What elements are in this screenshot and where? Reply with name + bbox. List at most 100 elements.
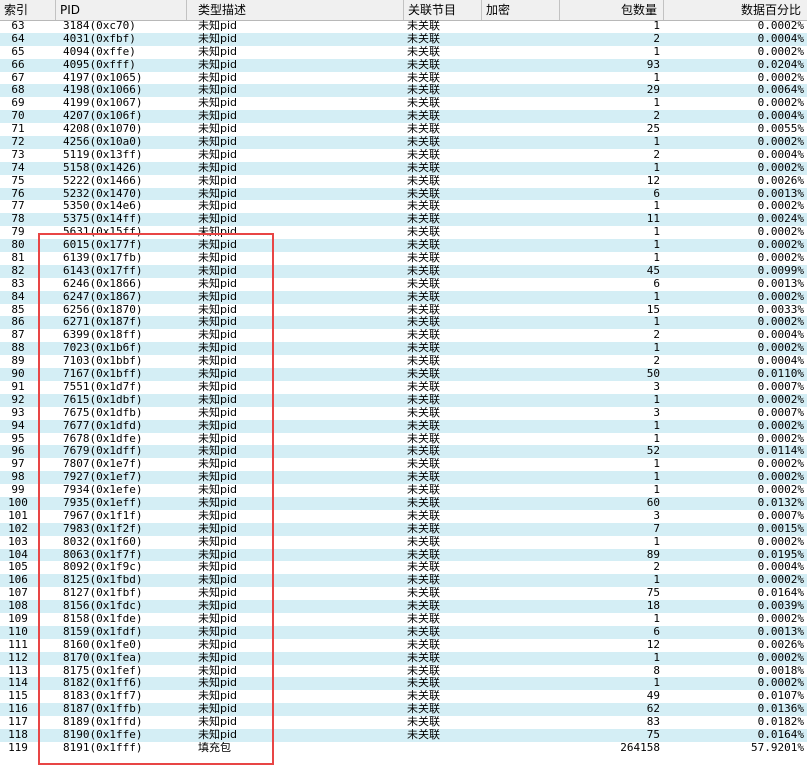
table-row[interactable]: 77 5350(0x14e6) 未知pid 未关联 1 0.0002% <box>0 200 807 213</box>
table-row[interactable]: 110 8159(0x1fdf) 未知pid 未关联 6 0.0013% <box>0 625 807 639</box>
table-row[interactable]: 76 5232(0x1470) 未知pid 未关联 6 0.0013% <box>0 187 807 201</box>
table-row[interactable]: 70 4207(0x106f) 未知pid 未关联 2 0.0004% <box>0 110 807 124</box>
table-row[interactable]: 104 8063(0x1f7f) 未知pid 未关联 89 0.0195% <box>0 548 807 562</box>
table-row[interactable]: 82 6143(0x17ff) 未知pid 未关联 45 0.0099% <box>0 264 807 278</box>
table-row[interactable]: 118 8190(0x1ffe) 未知pid 未关联 75 0.0164% <box>0 728 807 742</box>
row-pid: 7551(0x1d7f) <box>63 380 143 393</box>
row-desc: 未知pid <box>198 600 238 613</box>
table-row[interactable]: 65 4094(0xffe) 未知pid 未关联 1 0.0002% <box>0 46 807 59</box>
table-row[interactable]: 101 7967(0x1f1f) 未知pid 未关联 3 0.0007% <box>0 510 807 523</box>
row-count: 1 <box>653 535 660 548</box>
column-header-count[interactable]: 包数量 <box>560 0 664 20</box>
table-row[interactable]: 113 8175(0x1fef) 未知pid 未关联 8 0.0018% <box>0 665 807 678</box>
table-row[interactable]: 108 8156(0x1fdc) 未知pid 未关联 18 0.0039% <box>0 600 807 613</box>
table-row[interactable]: 106 8125(0x1fbd) 未知pid 未关联 1 0.0002% <box>0 574 807 588</box>
table-row[interactable]: 98 7927(0x1ef7) 未知pid 未关联 1 0.0002% <box>0 471 807 485</box>
table-row[interactable]: 115 8183(0x1ff7) 未知pid 未关联 49 0.0107% <box>0 690 807 703</box>
row-percent: 0.0026% <box>757 638 804 651</box>
table-row[interactable]: 73 5119(0x13ff) 未知pid 未关联 2 0.0004% <box>0 149 807 162</box>
row-index: 105 <box>8 561 28 574</box>
table-row[interactable]: 72 4256(0x10a0) 未知pid 未关联 1 0.0002% <box>0 136 807 149</box>
row-percent: 0.0055% <box>757 123 804 136</box>
table-row[interactable]: 95 7678(0x1dfe) 未知pid 未关联 1 0.0002% <box>0 433 807 446</box>
row-desc: 未知pid <box>198 174 238 187</box>
row-index: 114 <box>8 677 28 690</box>
table-row[interactable]: 67 4197(0x1065) 未知pid 未关联 1 0.0002% <box>0 72 807 85</box>
table-row[interactable]: 111 8160(0x1fe0) 未知pid 未关联 12 0.0026% <box>0 639 807 652</box>
table-row[interactable]: 85 6256(0x1870) 未知pid 未关联 15 0.0033% <box>0 304 807 317</box>
table-row[interactable]: 63 3184(0xc70) 未知pid 未关联 1 0.0002% <box>0 20 807 33</box>
table-row[interactable]: 102 7983(0x1f2f) 未知pid 未关联 7 0.0015% <box>0 522 807 536</box>
table-row[interactable]: 97 7807(0x1e7f) 未知pid 未关联 1 0.0002% <box>0 458 807 471</box>
row-percent: 0.0002% <box>757 471 804 484</box>
row-pid: 8156(0x1fdc) <box>63 600 143 613</box>
table-row[interactable]: 69 4199(0x1067) 未知pid 未关联 1 0.0002% <box>0 97 807 110</box>
row-pid: 4031(0xfbf) <box>63 32 136 45</box>
table-row[interactable]: 79 5631(0x15ff) 未知pid 未关联 1 0.0002% <box>0 226 807 239</box>
table-row[interactable]: 96 7679(0x1dff) 未知pid 未关联 52 0.0114% <box>0 445 807 459</box>
row-percent: 0.0099% <box>757 264 804 277</box>
table-row[interactable]: 107 8127(0x1fbf) 未知pid 未关联 75 0.0164% <box>0 587 807 600</box>
row-count: 1 <box>653 20 660 32</box>
row-percent: 0.0164% <box>757 728 804 741</box>
column-header-program[interactable]: 关联节目 <box>404 0 482 20</box>
table-row[interactable]: 117 8189(0x1ffd) 未知pid 未关联 83 0.0182% <box>0 716 807 729</box>
table-row[interactable]: 119 8191(0x1fff) 填充包 264158 57.9201% <box>0 742 807 755</box>
table-row[interactable]: 114 8182(0x1ff6) 未知pid 未关联 1 0.0002% <box>0 677 807 691</box>
table-row[interactable]: 91 7551(0x1d7f) 未知pid 未关联 3 0.0007% <box>0 381 807 394</box>
table-row[interactable]: 81 6139(0x17fb) 未知pid 未关联 1 0.0002% <box>0 252 807 265</box>
table-row[interactable]: 103 8032(0x1f60) 未知pid 未关联 1 0.0002% <box>0 536 807 549</box>
table-row[interactable]: 93 7675(0x1dfb) 未知pid 未关联 3 0.0007% <box>0 407 807 420</box>
row-index: 80 <box>11 239 25 252</box>
table-row[interactable]: 90 7167(0x1bff) 未知pid 未关联 50 0.0110% <box>0 368 807 381</box>
column-header-index[interactable]: 索引 <box>0 0 56 20</box>
table-row[interactable]: 71 4208(0x1070) 未知pid 未关联 25 0.0055% <box>0 123 807 136</box>
row-desc: 未知pid <box>198 226 238 239</box>
column-header-percent[interactable]: 数据百分比 <box>664 0 807 20</box>
row-index: 85 <box>11 303 25 316</box>
table-row[interactable]: 109 8158(0x1fde) 未知pid 未关联 1 0.0002% <box>0 613 807 626</box>
row-index: 104 <box>8 548 28 561</box>
row-program: 未关联 <box>407 110 440 123</box>
table-row[interactable]: 64 4031(0xfbf) 未知pid 未关联 2 0.0004% <box>0 32 807 46</box>
row-percent: 0.0002% <box>757 458 804 471</box>
table-row[interactable]: 112 8170(0x1fea) 未知pid 未关联 1 0.0002% <box>0 651 807 665</box>
table-row[interactable]: 116 8187(0x1ffb) 未知pid 未关联 62 0.0136% <box>0 703 807 717</box>
table-row[interactable]: 87 6399(0x18ff) 未知pid 未关联 2 0.0004% <box>0 329 807 342</box>
row-program: 未关联 <box>407 612 440 625</box>
row-percent: 57.9201% <box>751 741 804 754</box>
table-row[interactable]: 88 7023(0x1b6f) 未知pid 未关联 1 0.0002% <box>0 342 807 356</box>
row-pid: 8125(0x1fbd) <box>63 574 143 587</box>
table-row[interactable]: 94 7677(0x1dfd) 未知pid 未关联 1 0.0002% <box>0 419 807 433</box>
row-program: 未关联 <box>407 20 440 32</box>
table-row[interactable]: 86 6271(0x187f) 未知pid 未关联 1 0.0002% <box>0 316 807 330</box>
table-row[interactable]: 83 6246(0x1866) 未知pid 未关联 6 0.0013% <box>0 278 807 291</box>
row-count: 93 <box>646 58 660 71</box>
row-program: 未关联 <box>407 174 440 187</box>
table-row[interactable]: 92 7615(0x1dbf) 未知pid 未关联 1 0.0002% <box>0 393 807 407</box>
table-row[interactable]: 66 4095(0xfff) 未知pid 未关联 93 0.0204% <box>0 58 807 72</box>
row-desc: 未知pid <box>198 703 238 716</box>
column-header-desc[interactable]: 类型描述 <box>187 0 404 20</box>
row-count: 264158 <box>620 741 660 754</box>
column-header-pid[interactable]: PID <box>56 0 187 20</box>
table-row[interactable]: 99 7934(0x1efe) 未知pid 未关联 1 0.0002% <box>0 484 807 497</box>
row-percent: 0.0002% <box>757 484 804 497</box>
table-row[interactable]: 68 4198(0x1066) 未知pid 未关联 29 0.0064% <box>0 84 807 98</box>
table-row[interactable]: 84 6247(0x1867) 未知pid 未关联 1 0.0002% <box>0 290 807 304</box>
table-row[interactable]: 75 5222(0x1466) 未知pid 未关联 12 0.0026% <box>0 175 807 188</box>
row-index: 118 <box>8 728 28 741</box>
table-row[interactable]: 89 7103(0x1bbf) 未知pid 未关联 2 0.0004% <box>0 355 807 368</box>
table-row[interactable]: 74 5158(0x1426) 未知pid 未关联 1 0.0002% <box>0 161 807 175</box>
row-count: 2 <box>653 355 660 368</box>
column-header-encrypt[interactable]: 加密 <box>482 0 560 20</box>
row-program: 未关联 <box>407 600 440 613</box>
table-row[interactable]: 80 6015(0x177f) 未知pid 未关联 1 0.0002% <box>0 239 807 253</box>
row-percent: 0.0110% <box>757 368 804 381</box>
table-row[interactable]: 105 8092(0x1f9c) 未知pid 未关联 2 0.0004% <box>0 561 807 574</box>
table-row[interactable]: 100 7935(0x1eff) 未知pid 未关联 60 0.0132% <box>0 496 807 510</box>
table-row[interactable]: 78 5375(0x14ff) 未知pid 未关联 11 0.0024% <box>0 213 807 227</box>
row-program: 未关联 <box>407 252 440 265</box>
row-index: 75 <box>11 174 25 187</box>
row-count: 1 <box>653 161 660 174</box>
